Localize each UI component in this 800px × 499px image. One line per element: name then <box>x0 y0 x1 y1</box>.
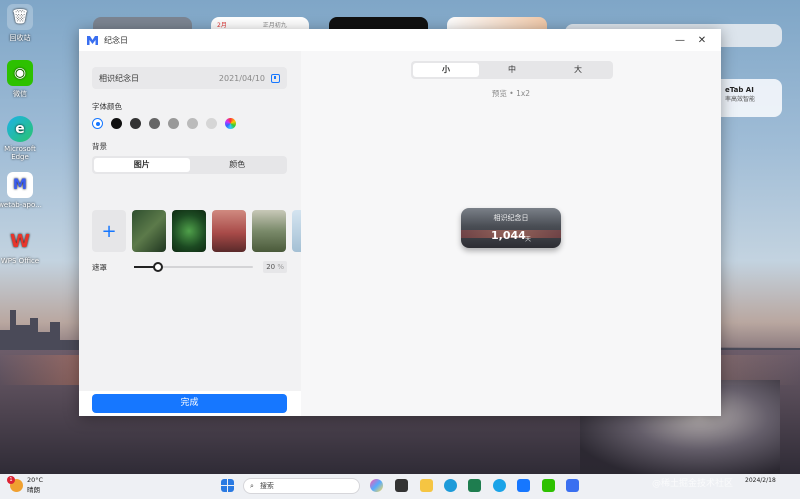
background-thumb-fern[interactable] <box>172 210 206 252</box>
background-thumb-sunset[interactable] <box>212 210 246 252</box>
weather-widget[interactable]: 1 20°C 晴朗 <box>7 475 44 494</box>
search-icon: ⌕ <box>250 481 254 490</box>
edge-taskbar-icon[interactable] <box>444 479 457 492</box>
mask-label: 遮罩 <box>92 262 107 272</box>
wetab-taskbar-icon[interactable] <box>566 479 579 492</box>
color-swatch-black[interactable] <box>111 118 122 129</box>
wechat-icon: ◉ <box>7 60 33 86</box>
preview-day-count: 1,044 <box>491 229 526 242</box>
windows-start-icon[interactable] <box>221 479 234 492</box>
background-thumb-leaf[interactable] <box>132 210 166 252</box>
wetab-ai-title: eTab AI <box>725 86 754 94</box>
anniversary-name-field[interactable]: 相识纪念日 2021/04/10 <box>92 67 287 89</box>
task-view-icon[interactable] <box>395 479 408 492</box>
weather-condition: 晴朗 <box>27 486 40 494</box>
mask-unit: % <box>277 263 284 271</box>
recycle-bin-icon: 🗑 <box>7 4 33 30</box>
color-swatch-dark-gray[interactable] <box>130 118 141 129</box>
close-button[interactable]: ✕ <box>691 35 713 46</box>
window-title: 纪念日 <box>104 35 128 45</box>
tab-color[interactable]: 颜色 <box>190 158 286 172</box>
done-button[interactable]: 完成 <box>92 394 287 413</box>
wetab-shortcut[interactable]: M wetab-apo... <box>0 172 44 209</box>
color-swatch-gray[interactable] <box>149 118 160 129</box>
mask-slider[interactable] <box>134 262 253 272</box>
mask-row: 遮罩 20 % <box>92 260 287 274</box>
calendar-lunar: 正月初九 <box>262 22 287 29</box>
mask-value-field[interactable]: 20 % <box>263 261 287 273</box>
color-swatch-mid-gray[interactable] <box>168 118 179 129</box>
wetab-ai-subtitle: 率高效智能 <box>725 96 756 103</box>
file-explorer-icon[interactable] <box>420 479 433 492</box>
desktop-icon-label: wetab-apo... <box>0 201 42 209</box>
recycle-bin-shortcut[interactable]: 🗑 回收站 <box>0 4 44 43</box>
font-color-label: 字体颜色 <box>92 102 122 111</box>
font-color-swatches <box>92 118 236 129</box>
watermark: @稀土掘金技术社区 <box>652 479 734 489</box>
calendar-icon[interactable] <box>271 73 280 83</box>
color-swatch-lighter-gray[interactable] <box>206 118 217 129</box>
add-background-button[interactable]: + <box>92 210 126 252</box>
wps-shortcut[interactable]: W WPS Office <box>0 228 44 266</box>
sun-icon: 1 <box>7 475 23 492</box>
app-taskbar-icon[interactable] <box>517 479 530 492</box>
notification-badge: 1 <box>7 475 15 484</box>
mask-slider-handle[interactable] <box>152 262 163 272</box>
widget-preview-card: 相识纪念日 1,044 天 <box>461 208 561 248</box>
footer-bar: 完成 <box>79 391 301 416</box>
wechat-shortcut[interactable]: ◉ 微信 <box>0 60 44 99</box>
size-tabs: 小 中 大 <box>411 61 613 79</box>
desktop-icon-label: 微信 <box>13 90 27 98</box>
minimize-button[interactable]: — <box>669 35 691 46</box>
title-bar[interactable]: 纪念日 — ✕ <box>79 29 721 51</box>
background-thumb-field[interactable] <box>252 210 286 252</box>
background-type-tabs: 图片 颜色 <box>92 156 287 174</box>
edge-icon: e <box>7 116 33 142</box>
store-icon[interactable] <box>468 479 481 492</box>
color-picker-icon[interactable] <box>225 118 236 129</box>
color-swatch-white[interactable] <box>92 118 103 129</box>
background-thumbnails: + <box>92 210 304 252</box>
calendar-month: 2月 <box>217 22 227 29</box>
preview-panel: 小 中 大 预览 • 1x2 相识纪念日 1,044 天 <box>301 51 721 416</box>
wps-icon: W <box>10 230 30 252</box>
wechat-taskbar-icon[interactable] <box>542 479 555 492</box>
weather-temperature: 20°C <box>27 476 44 484</box>
clock-date: 2024/2/18 <box>745 477 776 484</box>
search-placeholder: 搜索 <box>259 482 274 490</box>
tab-small[interactable]: 小 <box>413 63 479 77</box>
tab-image[interactable]: 图片 <box>94 158 190 172</box>
taskbar-search[interactable]: ⌕ 搜索 <box>243 478 360 494</box>
wetab-ai-widget[interactable]: eTab AI 率高效智能 <box>721 79 782 117</box>
app-logo-icon <box>87 35 98 45</box>
preview-hint: 预览 • 1x2 <box>491 89 531 98</box>
anniversary-window: 纪念日 — ✕ 相识纪念日 2021/04/10 字体颜色 背景 图片 颜色 +… <box>79 29 721 416</box>
anniversary-name: 相识纪念日 <box>99 73 139 83</box>
mask-value: 20 <box>266 263 276 271</box>
system-clock[interactable]: 2024/2/18 <box>745 476 776 485</box>
wetab-icon: M <box>7 172 33 198</box>
preview-day-unit: 天 <box>525 236 532 243</box>
copilot-icon[interactable] <box>370 479 383 492</box>
background-label: 背景 <box>92 142 107 151</box>
desktop-icon-label: Microsoft Edge <box>4 145 36 161</box>
edge-shortcut[interactable]: e Microsoft Edge <box>0 116 44 161</box>
settings-panel: 相识纪念日 2021/04/10 字体颜色 背景 图片 颜色 + 遮罩 20 %… <box>79 51 304 416</box>
plus-icon: + <box>101 220 117 242</box>
browser-taskbar-icon[interactable] <box>493 479 506 492</box>
anniversary-date[interactable]: 2021/04/10 <box>219 74 265 83</box>
desktop-icon-label: 回收站 <box>9 34 31 42</box>
desktop-icon-label: WPS Office <box>0 257 40 265</box>
tab-large[interactable]: 大 <box>545 63 611 77</box>
tab-medium[interactable]: 中 <box>479 63 545 77</box>
color-swatch-light-gray[interactable] <box>187 118 198 129</box>
preview-card-name: 相识纪念日 <box>493 214 529 222</box>
